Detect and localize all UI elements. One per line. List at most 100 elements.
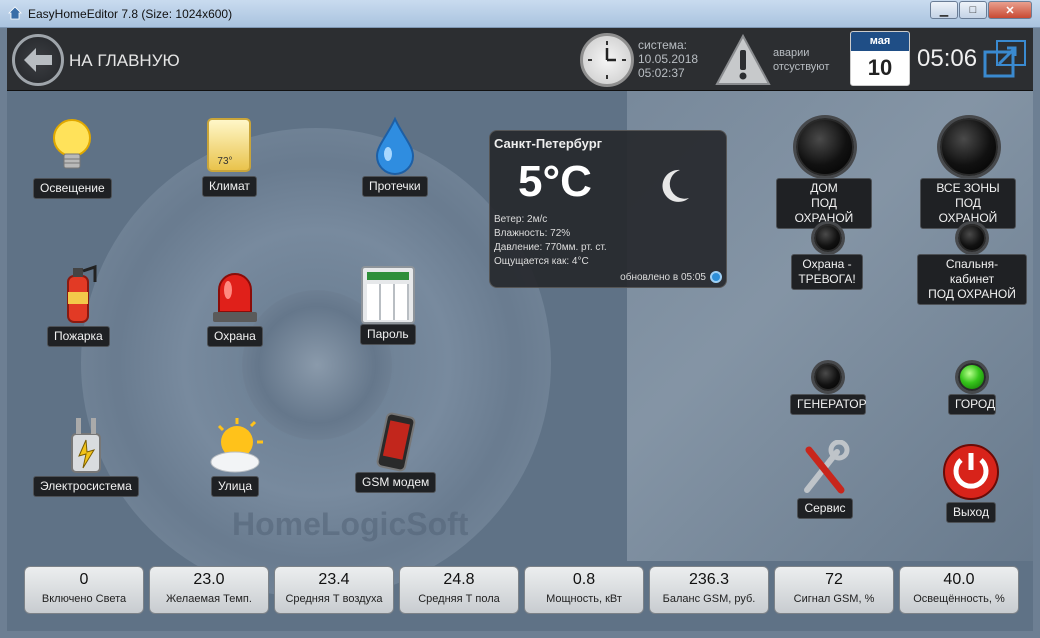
tile-exit-label: Выход: [946, 502, 996, 523]
lamp-alarm[interactable]: [814, 224, 842, 252]
tile-leaks[interactable]: Протечки: [362, 116, 428, 197]
tile-gsm-label: GSM модем: [355, 472, 437, 493]
system-date: 10.05.2018: [638, 52, 699, 66]
transformer-icon: [70, 418, 101, 473]
tile-exit[interactable]: Выход: [941, 442, 1001, 523]
tile-password-label: Пароль: [360, 324, 416, 345]
system-label: система:: [638, 38, 687, 52]
keypad-icon: [360, 266, 415, 324]
current-time: 05:06: [917, 45, 978, 72]
stat-value: 23.4: [318, 571, 350, 588]
back-button[interactable]: [12, 34, 64, 86]
fire-extinguisher-icon: [67, 264, 97, 323]
stat-value: 24.8: [443, 571, 475, 588]
lamp-city-label: ГОРОД: [948, 394, 996, 415]
stat-value: 0: [79, 571, 89, 588]
system-info: система: 10.05.2018 05:02:37: [638, 38, 698, 80]
tile-password[interactable]: Пароль: [360, 266, 416, 345]
stat-gsm-balance[interactable]: 236.3 Баланс GSM, руб.: [649, 566, 769, 614]
weather-details: Ветер: 2м/с Влажность: 72% Давление: 770…: [494, 213, 607, 269]
lamp-bedroom[interactable]: [958, 224, 986, 252]
weather-feels-like: Ощущается как: 4°С: [494, 256, 589, 267]
tile-security-label: Охрана: [207, 326, 263, 347]
stat-power[interactable]: 0.8 Мощность, кВт: [524, 566, 644, 614]
tile-gsm[interactable]: GSM модем: [355, 412, 437, 493]
tile-leaks-label: Протечки: [362, 176, 428, 197]
background-watermark: HomeLogicSoft: [232, 506, 469, 542]
tile-street-label: Улица: [210, 476, 260, 497]
stats-bar: 0 Включено Света 23.0 Желаемая Темп. 23.4 С…: [24, 566, 1029, 614]
lamp-generator-label: ГЕНЕРАТОР: [790, 394, 867, 415]
weather-wind: Ветер: 2м/с: [494, 214, 548, 225]
tile-climate-label: Климат: [202, 176, 257, 197]
stat-name: Средняя Т пола: [418, 593, 500, 605]
tile-security[interactable]: Охрана: [207, 266, 263, 347]
stat-floor-temp[interactable]: 24.8 Средняя Т пола: [399, 566, 519, 614]
calendar-month: мая: [851, 32, 909, 51]
weather-city: Санкт-Петербург: [494, 136, 603, 151]
maximize-button[interactable]: □: [959, 1, 987, 19]
stat-name: Мощность, кВт: [546, 593, 622, 605]
alarm-status-line2: отсуствуют: [773, 61, 830, 73]
tile-electric-label: Электросистема: [33, 476, 139, 497]
lamp-home-guard-label: ДОМ ПОД ОХРАНОЙ: [776, 178, 872, 229]
warning-icon: [715, 33, 771, 85]
lamp-home-guard[interactable]: [796, 118, 854, 176]
stat-name: Включено Света: [41, 593, 127, 605]
stat-air-temp[interactable]: 23.4 Средняя Т воздуха: [274, 566, 394, 614]
mobile-phone-icon: [376, 412, 416, 472]
stat-value: 236.3: [688, 571, 730, 588]
alarm-status-line1: аварии: [773, 47, 810, 59]
fullscreen-icon[interactable]: [982, 38, 1028, 80]
tile-service[interactable]: Сервис: [797, 440, 853, 519]
top-bar: НА ГЛАВНУЮ система: 10.05.2018 05:02:37 …: [7, 28, 1033, 91]
lamp-all-zones[interactable]: [940, 118, 998, 176]
stat-value: 40.0: [943, 571, 975, 588]
weather-pressure: Давление: 770мм. рт. ст.: [494, 242, 607, 253]
stat-name: Баланс GSM, руб.: [662, 593, 756, 605]
tile-lighting[interactable]: Освещение: [33, 116, 112, 199]
stat-value: 0.8: [572, 571, 596, 588]
stat-value: 72: [825, 571, 843, 588]
refresh-icon[interactable]: [710, 271, 722, 283]
weather-humidity: Влажность: 72%: [494, 228, 571, 239]
stat-gsm-signal[interactable]: 72 Сигнал GSM, %: [774, 566, 894, 614]
climate-temp-readout: 73°: [217, 156, 233, 167]
clock-icon: [580, 33, 634, 87]
stat-name: Средняя Т воздуха: [285, 593, 383, 605]
app-frame: HomeLogicSoft НА ГЛАВНУЮ система: 10.05.…: [7, 28, 1033, 631]
window-titlebar: EasyHomeEditor 7.8 (Size: 1024x600) ▁ □ …: [0, 0, 1040, 28]
stat-illumination[interactable]: 40.0 Освещённость, %: [899, 566, 1019, 614]
tile-electric[interactable]: Электросистема: [33, 414, 139, 497]
arrow-left-icon: [24, 48, 52, 72]
alarm-status: аварии отсуствуют: [773, 46, 829, 74]
tile-fire[interactable]: Пожарка: [47, 262, 110, 347]
stat-value: 23.0: [193, 571, 225, 588]
stat-target-temp[interactable]: 23.0 Желаемая Темп.: [149, 566, 269, 614]
moon-icon: [662, 169, 689, 202]
lamp-all-zones-label: ВСЕ ЗОНЫ ПОД ОХРАНОЙ: [920, 178, 1016, 229]
calendar-day: 10: [867, 55, 893, 80]
calendar-icon: мая 10: [850, 31, 910, 86]
stat-lights-on[interactable]: 0 Включено Света: [24, 566, 144, 614]
power-icon: [943, 444, 999, 500]
back-label[interactable]: НА ГЛАВНУЮ: [69, 51, 180, 71]
window-title: EasyHomeEditor 7.8 (Size: 1024x600): [28, 7, 233, 21]
lamp-alarm-label: Охрана - ТРЕВОГА!: [791, 254, 863, 290]
climate-thermometer-icon: 73°: [207, 118, 252, 172]
lamp-city[interactable]: [958, 363, 986, 391]
tile-street[interactable]: Улица: [205, 416, 265, 497]
wrench-screwdriver-icon: [804, 440, 850, 494]
close-button[interactable]: ✕: [988, 1, 1032, 19]
water-drop-icon: [375, 116, 414, 175]
lamp-generator[interactable]: [814, 363, 842, 391]
tile-climate[interactable]: 73° Климат: [202, 118, 257, 197]
minimize-button[interactable]: ▁: [930, 1, 958, 19]
system-time: 05:02:37: [638, 66, 685, 80]
stat-name: Освещённость, %: [913, 593, 1005, 605]
siren-icon: [212, 273, 257, 322]
stat-name: Сигнал GSM, %: [793, 593, 875, 605]
window-controls: ▁ □ ✕: [930, 1, 1032, 19]
weather-updated: обновлено в 05:05: [620, 272, 706, 283]
lamp-bedroom-label: Спальня-кабинет ПОД ОХРАНОЙ: [917, 254, 1027, 305]
